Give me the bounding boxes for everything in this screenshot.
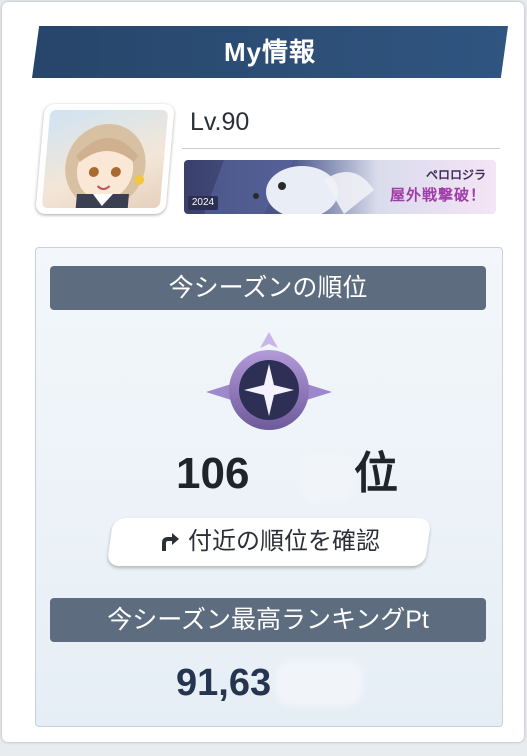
curved-arrow-icon	[162, 533, 179, 551]
redacted-points-digits	[279, 664, 359, 702]
title-banner[interactable]: 2024 ペロロジラ 屋外戦撃破！	[184, 160, 496, 214]
banner-main-text: 屋外戦撃破！	[389, 187, 486, 204]
header-bar: My情報	[32, 26, 508, 78]
check-nearby-rank-content[interactable]: 付近の順位を確認	[110, 518, 428, 566]
my-info-panel: My情報 Lv.90 2024 ペロロジラ 屋外戦撃破！ 今シーズンの順位 10…	[2, 2, 524, 742]
rank-emblem-icon	[206, 332, 332, 430]
character-portrait-icon	[65, 124, 146, 208]
divider	[182, 148, 500, 149]
rank-card: 今シーズンの順位 106 位 付近の順位を確認 今シーズン最高ランキングPt 9…	[35, 247, 503, 727]
rank-suffix: 位	[354, 449, 398, 498]
banner-year: 2024	[188, 196, 218, 210]
avatar[interactable]	[35, 104, 175, 214]
check-nearby-rank-label: 付近の順位を確認	[188, 528, 380, 555]
header-title: My情報	[223, 37, 317, 67]
redacted-player-name	[282, 112, 412, 134]
season-rank-heading: 今シーズンの順位	[50, 266, 486, 310]
redacted-rank-digits	[304, 458, 350, 498]
avatar-image	[41, 110, 169, 208]
season-best-points: 91,63	[176, 662, 272, 704]
rank-number: 106	[176, 449, 250, 498]
rank-value: 106	[36, 444, 502, 504]
season-best-points-heading: 今シーズン最高ランキングPt	[50, 598, 486, 642]
banner-top-text: ペロロジラ	[425, 168, 486, 182]
